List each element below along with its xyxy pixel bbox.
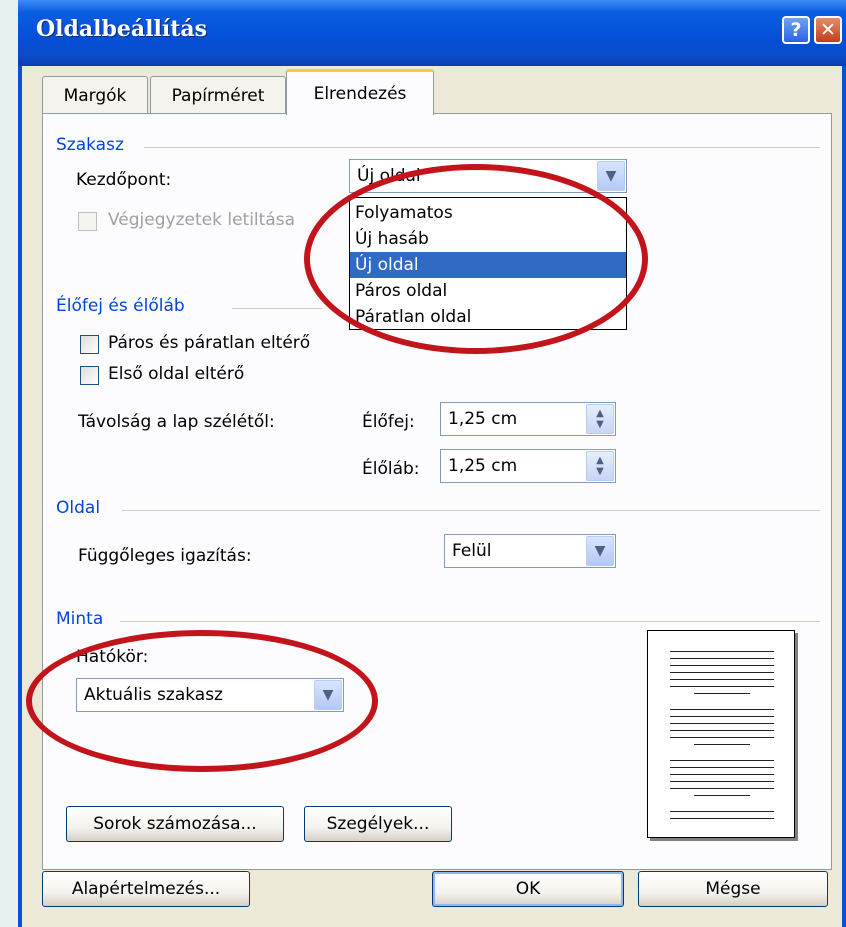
borders-button[interactable]: Szegélyek...: [304, 806, 452, 842]
header-distance-spinner[interactable]: 1,25 cm ▲ ▼: [440, 402, 616, 436]
dropdown-option-selected[interactable]: Új oldal: [350, 252, 626, 278]
preview-divider: [120, 621, 820, 622]
line-numbers-button[interactable]: Sorok számozása...: [66, 806, 284, 842]
vertical-align-label: Függőleges igazítás:: [78, 546, 252, 566]
footer-distance-label: Élőláb:: [362, 459, 420, 479]
spin-arrows-icon[interactable]: ▲ ▼: [586, 404, 614, 434]
tab-paper-size[interactable]: Papírméret: [150, 76, 286, 114]
chevron-down-icon[interactable]: ▼: [597, 161, 625, 191]
page-group-title: Oldal: [56, 498, 101, 518]
dropdown-option[interactable]: Új hasáb: [350, 226, 626, 252]
section-group-title: Szakasz: [56, 135, 124, 155]
footer-distance-value: 1,25 cm: [448, 456, 518, 476]
title-bar[interactable]: Oldalbeállítás ? ✕: [18, 0, 846, 66]
headers-footers-divider: [232, 308, 322, 309]
default-button[interactable]: Alapértelmezés...: [42, 871, 250, 907]
suppress-endnotes-checkbox[interactable]: [78, 212, 97, 231]
odd-even-checkbox[interactable]: [80, 335, 99, 354]
page-setup-dialog: Oldalbeállítás ? ✕ Margók Papírméret Elr…: [18, 0, 846, 927]
dropdown-option[interactable]: Páratlan oldal: [350, 304, 626, 330]
headers-footers-group-title: Élőfej és élőláb: [56, 296, 185, 316]
apply-to-value: Aktuális szakasz: [84, 685, 223, 705]
dropdown-option[interactable]: Páros oldal: [350, 278, 626, 304]
preview-group-title: Minta: [56, 609, 104, 629]
header-distance-value: 1,25 cm: [448, 409, 518, 429]
page-preview: [647, 630, 795, 838]
first-page-checkbox[interactable]: [80, 366, 99, 385]
tab-margins[interactable]: Margók: [42, 76, 148, 114]
dropdown-option[interactable]: Folyamatos: [350, 200, 626, 226]
section-start-combo[interactable]: Új oldal ▼: [349, 159, 627, 193]
section-start-dropdown-list[interactable]: Folyamatos Új hasáb Új oldal Páros oldal…: [349, 197, 627, 330]
tab-layout[interactable]: Elrendezés: [286, 69, 434, 115]
first-page-label: Első oldal eltérő: [108, 364, 245, 384]
odd-even-label: Páros és páratlan eltérő: [108, 333, 311, 353]
window-title: Oldalbeállítás: [36, 16, 208, 42]
apply-to-combo[interactable]: Aktuális szakasz ▼: [76, 678, 344, 712]
header-distance-label: Élőfej:: [362, 412, 415, 432]
vertical-align-value: Felül: [452, 541, 492, 561]
section-divider: [144, 147, 820, 148]
close-button[interactable]: ✕: [814, 16, 842, 44]
chevron-down-icon[interactable]: ▼: [314, 680, 342, 710]
distance-label: Távolság a lap szélétől:: [78, 412, 275, 432]
vertical-align-combo[interactable]: Felül ▼: [444, 534, 616, 568]
section-start-label: Kezdőpont:: [76, 170, 172, 190]
spin-arrows-icon[interactable]: ▲ ▼: [586, 451, 614, 481]
page-divider: [122, 510, 820, 511]
help-button[interactable]: ?: [782, 16, 810, 44]
apply-to-label: Hatókör:: [76, 647, 149, 667]
suppress-endnotes-label: Végjegyzetek letiltása: [108, 210, 295, 230]
ok-button[interactable]: OK: [432, 871, 624, 907]
chevron-down-icon[interactable]: ▼: [586, 536, 614, 566]
section-start-value: Új oldal: [357, 166, 421, 186]
footer-distance-spinner[interactable]: 1,25 cm ▲ ▼: [440, 449, 616, 483]
cancel-button[interactable]: Mégse: [638, 871, 828, 907]
